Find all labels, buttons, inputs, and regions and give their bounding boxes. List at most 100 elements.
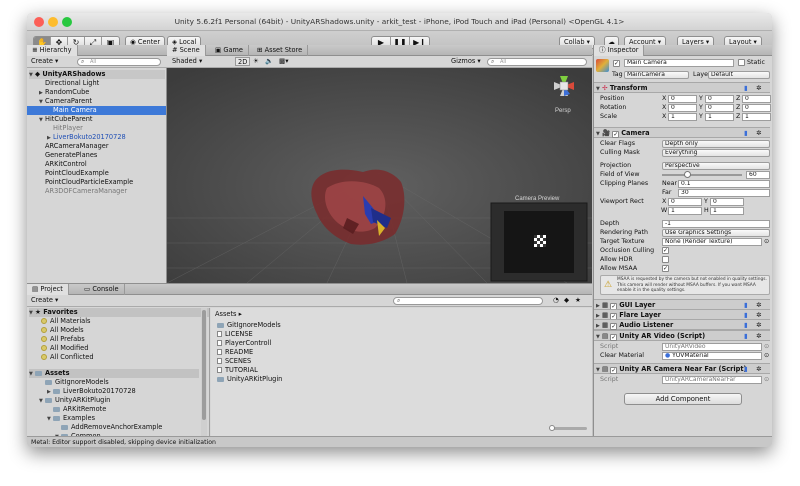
hierarchy-item[interactable]: ARKitControl — [27, 160, 166, 169]
ar-video-checkbox[interactable]: ✓ — [610, 334, 618, 341]
transform-x-field[interactable]: 0 — [668, 95, 697, 103]
projection-dropdown[interactable]: Perspective — [662, 162, 770, 170]
far-field[interactable]: 30 — [678, 189, 770, 197]
icon-size-handle[interactable] — [549, 425, 555, 431]
near-far-checkbox[interactable]: ✓ — [610, 367, 618, 374]
viewport-x-field[interactable]: 0 — [668, 198, 702, 206]
hdr-checkbox[interactable] — [662, 256, 669, 263]
favorite-item[interactable]: All Models — [41, 326, 84, 335]
file-item[interactable]: TUTORIAL — [217, 366, 258, 375]
transform-x-field[interactable]: 1 — [668, 113, 697, 121]
settings-gear-icon[interactable]: ✲ — [756, 83, 762, 93]
audio-toggle-icon[interactable]: 🔈 — [265, 57, 273, 66]
shading-mode-dropdown[interactable]: Shaded ▾ — [172, 57, 202, 66]
lighting-toggle-icon[interactable]: ☀ — [253, 57, 259, 66]
asset-tree-item[interactable]: ▼ Examples — [27, 414, 95, 423]
tab-project[interactable]: ▤ Project — [27, 284, 69, 295]
transform-header[interactable]: ▼ ✢ Transform ▮ ✲ — [594, 82, 770, 93]
transform-z-field[interactable]: 0 — [742, 104, 771, 112]
camera-enabled-checkbox[interactable]: ✓ — [612, 131, 620, 138]
ar-video-gear-icon[interactable]: ✲ — [756, 331, 762, 341]
asset-tree-item[interactable]: ▼ UnityARKitPlugin — [27, 396, 110, 405]
project-search-input[interactable]: ⌕ — [393, 297, 543, 305]
gizmos-dropdown[interactable]: Gizmos ▾ — [451, 57, 481, 66]
favorite-item[interactable]: All Materials — [41, 317, 91, 326]
camera-header[interactable]: ▼ 🎥 ✓ Camera ▮ ✲ — [594, 127, 770, 138]
tag-dropdown[interactable]: MainCamera — [624, 71, 689, 79]
hierarchy-item[interactable]: AR3DOFCameraManager — [27, 187, 166, 196]
hierarchy-item[interactable]: HitPlayer — [27, 124, 166, 133]
file-item[interactable]: SCENES — [217, 357, 251, 366]
ar-video-script-field[interactable]: UnityARVideo — [662, 343, 762, 351]
favorites-header[interactable]: ▼ ★ Favorites — [29, 308, 209, 317]
hierarchy-item[interactable]: ▶ LiverBokuto20170728 — [27, 133, 166, 142]
tab-console[interactable]: ▭ Console — [79, 284, 125, 295]
clear-flags-dropdown[interactable]: Depth only — [662, 140, 770, 148]
tree-scroll-thumb[interactable] — [202, 310, 206, 420]
hierarchy-item[interactable]: ▼ CameraParent — [27, 97, 166, 106]
hierarchy-item[interactable]: Directional Light — [27, 79, 166, 88]
tab-hierarchy[interactable]: ≣ Hierarchy — [27, 45, 78, 56]
static-checkbox[interactable] — [738, 59, 745, 66]
near-far-script-field[interactable]: UnityARCameraNearFar — [662, 376, 762, 384]
persp-label[interactable]: Persp — [555, 108, 571, 114]
scene-search-input[interactable]: ⌕ All — [487, 58, 587, 66]
file-item[interactable]: LICENSE — [217, 330, 253, 339]
ar-video-script-picker-icon[interactable]: ⊙ — [764, 342, 769, 351]
transform-y-field[interactable]: 0 — [705, 104, 734, 112]
filter-label-icon[interactable]: ◆ — [564, 296, 569, 305]
msaa-checkbox[interactable]: ✓ — [662, 265, 669, 272]
transform-z-field[interactable]: 1 — [742, 113, 771, 121]
hierarchy-item[interactable]: ▼ HitCubeParent — [27, 115, 166, 124]
near-field[interactable]: 0.1 — [678, 180, 770, 188]
scene-viewport[interactable]: Persp Camera Preview — [167, 68, 592, 283]
hierarchy-item[interactable]: Main Camera — [27, 106, 166, 115]
assets-header[interactable]: ▼ Assets — [29, 369, 199, 378]
project-breadcrumb[interactable]: Assets ▸ — [215, 310, 242, 319]
file-item[interactable]: UnityARKitPlugin — [217, 375, 282, 384]
near-far-header[interactable]: ▼ ▤ ✓ Unity AR Camera Near Far (Script) ▮ ✲ — [594, 363, 770, 374]
star-filter-icon[interactable]: ★ — [575, 296, 581, 305]
fov-slider-handle[interactable] — [684, 171, 691, 178]
active-checkbox[interactable]: ✓ — [613, 60, 620, 67]
asset-tree-item[interactable]: GitIgnoreModels — [27, 378, 109, 387]
hierarchy-item[interactable]: ARCameraManager — [27, 142, 166, 151]
gameobject-icon[interactable] — [596, 59, 609, 72]
hierarchy-search-input[interactable]: ⌕ All — [77, 58, 161, 66]
hierarchy-item[interactable]: PointCloudParticleExample — [27, 178, 166, 187]
viewport-y-field[interactable]: 0 — [710, 198, 744, 206]
tab-inspector[interactable]: ⓘ Inspector — [594, 45, 645, 56]
camera-gear-icon[interactable]: ✲ — [756, 128, 762, 138]
transform-y-field[interactable]: 1 — [705, 113, 734, 121]
hierarchy-item[interactable]: GeneratePlanes — [27, 151, 166, 160]
depth-field[interactable]: -1 — [662, 220, 770, 228]
favorite-item[interactable]: All Prefabs — [41, 335, 85, 344]
favorite-item[interactable]: All Conflicted — [41, 353, 94, 362]
asset-tree-item[interactable]: ▶ LiverBokuto20170728 — [27, 387, 136, 396]
near-far-script-picker-icon[interactable]: ⊙ — [764, 375, 769, 384]
hierarchy-create-dropdown[interactable]: Create ▾ — [31, 57, 58, 66]
help-icon[interactable]: ▮ — [744, 83, 748, 93]
camera-help-icon[interactable]: ▮ — [744, 128, 748, 138]
object-name-field[interactable]: Main Camera — [624, 59, 734, 67]
favorite-item[interactable]: All Modified — [41, 344, 88, 353]
asset-tree-item[interactable]: AddRemoveAnchorExample — [27, 423, 162, 432]
transform-x-field[interactable]: 0 — [668, 104, 697, 112]
material-picker-icon[interactable]: ⊙ — [764, 351, 769, 360]
hierarchy-item[interactable]: PointCloudExample — [27, 169, 166, 178]
component-enabled-checkbox[interactable]: ✓ — [610, 323, 618, 330]
project-create-dropdown[interactable]: Create ▾ — [31, 296, 58, 305]
tab-scene[interactable]: # Scene — [167, 45, 206, 56]
icon-size-slider[interactable] — [549, 425, 587, 431]
rendering-path-dropdown[interactable]: Use Graphics Settings — [662, 229, 770, 237]
clear-material-field[interactable]: ● YUVMaterial — [662, 352, 762, 360]
culling-mask-dropdown[interactable]: Everything — [662, 149, 770, 157]
tree-scrollbar[interactable] — [201, 308, 207, 437]
near-far-gear-icon[interactable]: ✲ — [756, 364, 762, 374]
transform-z-field[interactable]: 0 — [742, 95, 771, 103]
tab-asset-store[interactable]: ⊞ Asset Store — [252, 45, 309, 56]
file-item[interactable]: GitIgnoreModels — [217, 321, 281, 330]
target-texture-field[interactable]: None (Render Texture) — [662, 238, 762, 246]
effects-toggle-icon[interactable]: ▩▾ — [279, 57, 289, 66]
ar-video-header[interactable]: ▼ ▤ ✓ Unity AR Video (Script) ▮ ✲ — [594, 330, 770, 341]
